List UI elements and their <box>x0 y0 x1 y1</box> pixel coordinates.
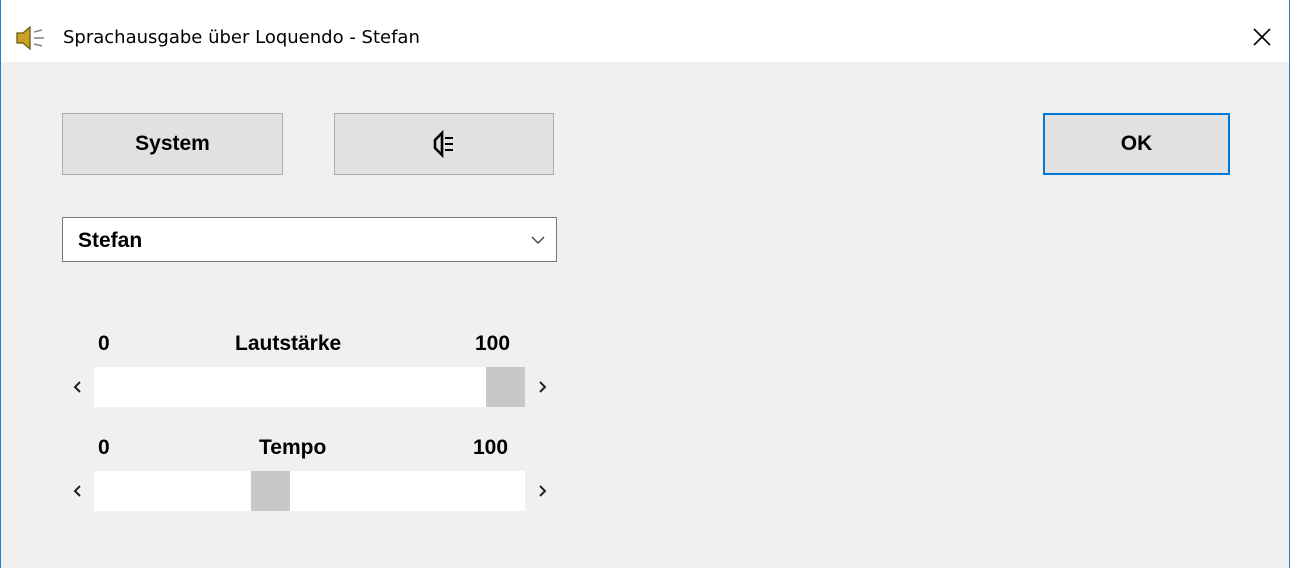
dialog-window: Sprachausgabe über Loquendo - Stefan Sys… <box>0 0 1290 568</box>
tempo-max-label: 100 <box>473 436 509 459</box>
tempo-scroll-track[interactable] <box>94 471 525 511</box>
volume-label: Lautstärke <box>235 332 342 355</box>
system-button-label: System <box>135 132 210 155</box>
tempo-scrollbar[interactable] <box>62 471 558 511</box>
close-button[interactable] <box>1247 22 1277 52</box>
volume-scroll-right-button[interactable] <box>526 367 558 407</box>
tempo-min-label: 0 <box>98 436 110 459</box>
chevron-right-icon <box>539 485 547 497</box>
tempo-scroll-left-button[interactable] <box>62 471 94 511</box>
speaker-icon <box>16 25 44 51</box>
ok-button-label: OK <box>1120 132 1153 155</box>
volume-max-label: 100 <box>475 332 511 355</box>
system-button[interactable]: System <box>62 113 283 175</box>
chevron-left-icon <box>73 381 81 393</box>
title-bar[interactable]: Sprachausgabe über Loquendo - Stefan <box>1 0 1289 62</box>
window-title: Sprachausgabe über Loquendo - Stefan <box>63 27 420 48</box>
voice-select[interactable]: Stefan <box>62 217 557 262</box>
tempo-label: Tempo <box>259 436 327 459</box>
voice-select-value: Stefan <box>78 229 143 252</box>
tempo-scroll-thumb[interactable] <box>251 471 290 511</box>
volume-scrollbar[interactable] <box>62 367 558 407</box>
speak-button[interactable] <box>334 113 554 175</box>
close-icon <box>1253 28 1271 46</box>
volume-scroll-thumb[interactable] <box>486 367 525 407</box>
chevron-down-icon <box>531 236 545 244</box>
chevron-left-icon <box>73 485 81 497</box>
volume-min-label: 0 <box>98 332 110 355</box>
speaker-icon <box>433 130 453 158</box>
volume-scroll-left-button[interactable] <box>62 367 94 407</box>
tempo-scroll-right-button[interactable] <box>526 471 558 511</box>
ok-button[interactable]: OK <box>1043 113 1230 175</box>
volume-scroll-track[interactable] <box>94 367 525 407</box>
chevron-right-icon <box>539 381 547 393</box>
